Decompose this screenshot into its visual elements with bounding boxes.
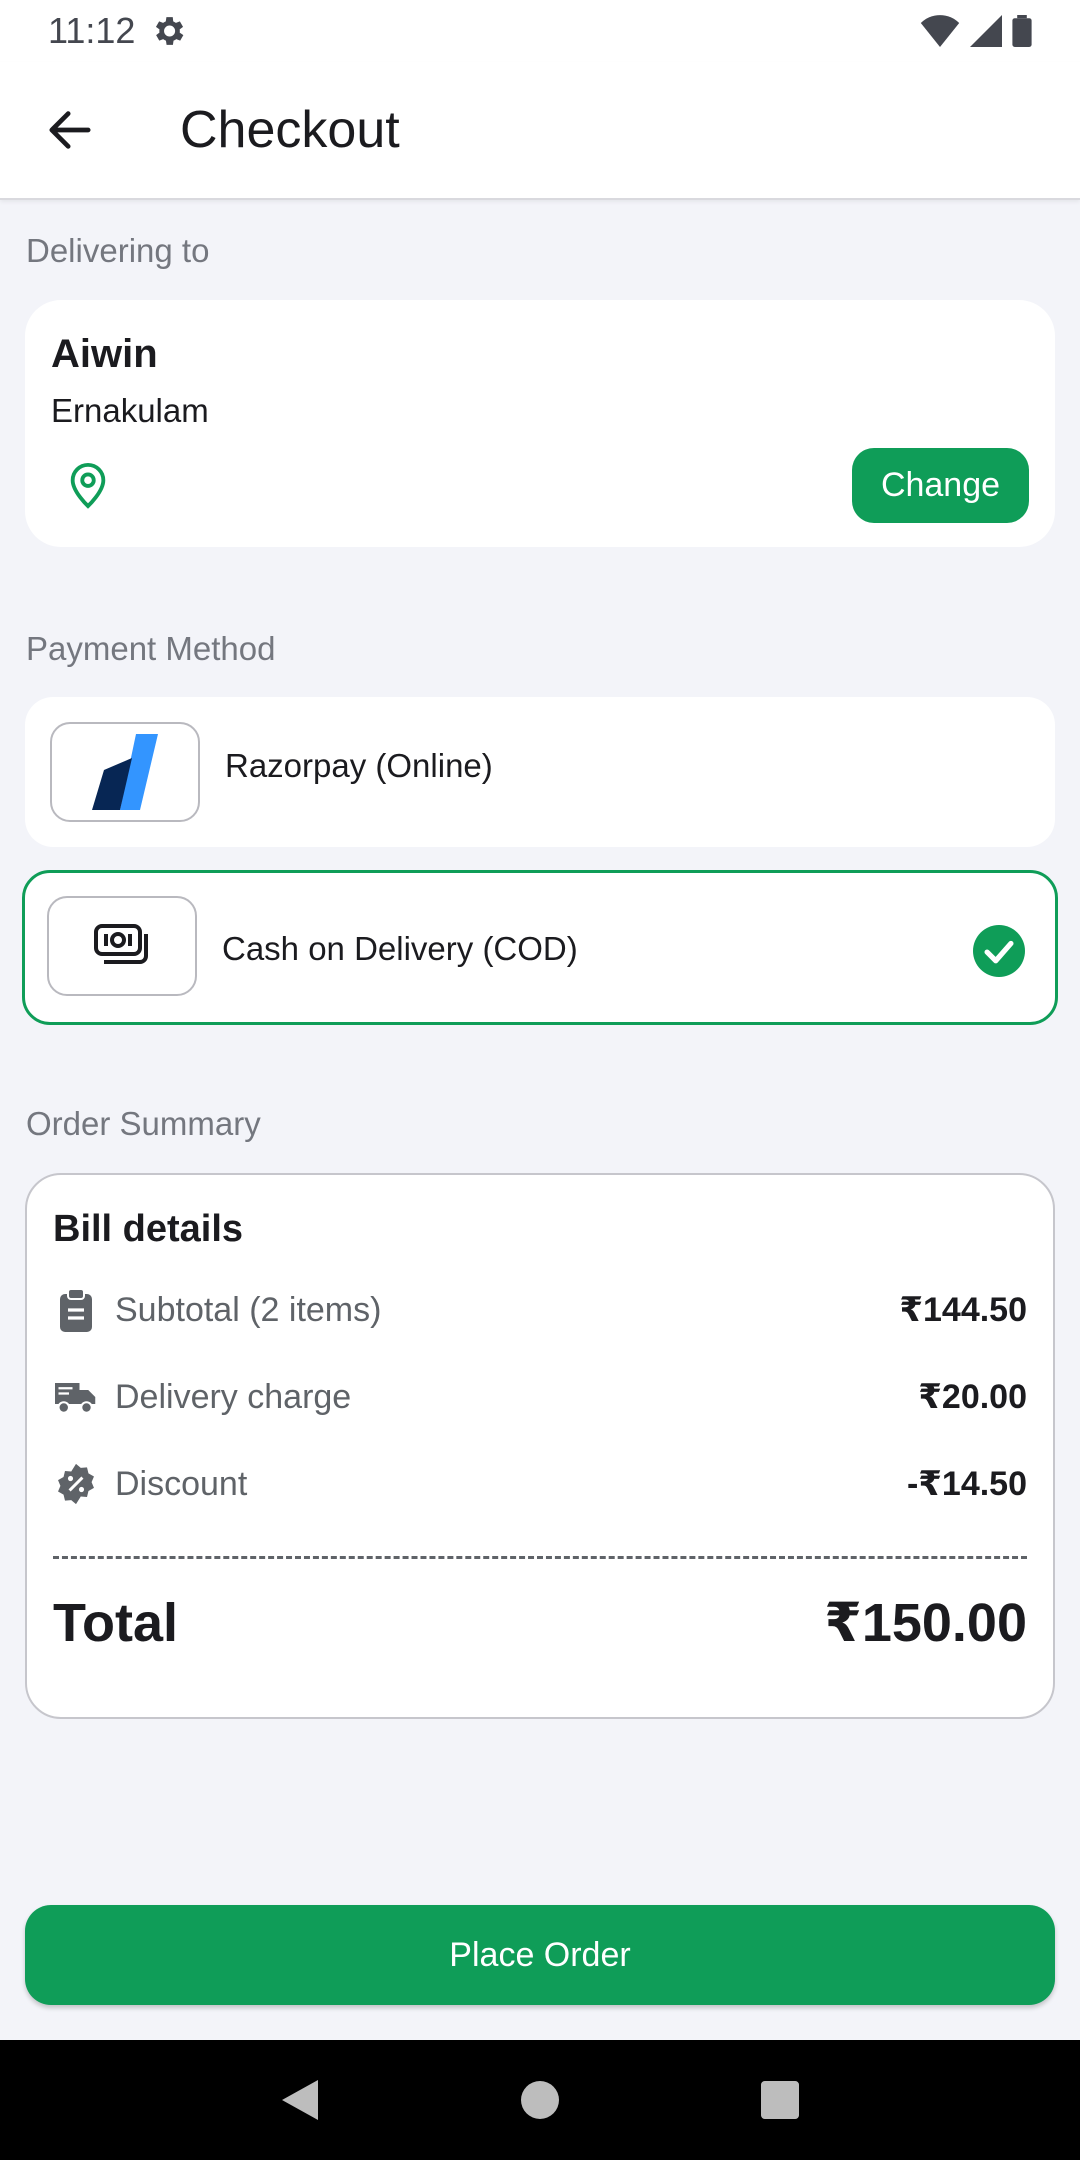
delivery-charge-value: ₹20.00 (918, 1378, 1027, 1416)
clipboard-icon (60, 1288, 92, 1332)
total-value: ₹150.00 (824, 1593, 1027, 1653)
bill-row-discount: Discount -₹14.50 (53, 1459, 1027, 1509)
razorpay-logo-box (50, 722, 200, 822)
order-summary-label: Order Summary (26, 1105, 261, 1142)
delivery-charge-label: Delivery charge (115, 1377, 352, 1416)
delivering-to-label: Delivering to (26, 232, 210, 269)
nav-home-button[interactable] (505, 2065, 575, 2135)
bill-details-title: Bill details (53, 1208, 244, 1250)
delivery-truck-icon (55, 1383, 96, 1414)
total-label: Total (53, 1592, 178, 1653)
recipient-city: Ernakulam (51, 392, 209, 429)
subtotal-label: Subtotal (2 items) (115, 1290, 382, 1329)
bill-details-card: Bill details Subtotal (2 items) ₹144.50 … (25, 1173, 1055, 1719)
razorpay-logo (92, 734, 158, 810)
location-pin-icon (70, 463, 106, 509)
delivery-address-card: Aiwin Ernakulam Change (25, 300, 1055, 547)
page-title: Checkout (180, 101, 400, 159)
payment-method-label: Payment Method (26, 630, 276, 667)
total-row: Total ₹150.00 (53, 1591, 1027, 1654)
subtotal-value: ₹144.50 (899, 1291, 1027, 1329)
back-button[interactable] (0, 61, 140, 199)
cash-icon (94, 924, 148, 964)
cash-icon-box (47, 896, 197, 996)
discount-label: Discount (115, 1464, 248, 1503)
system-nav-bar (0, 2040, 1080, 2160)
settings-gear-icon (156, 17, 184, 45)
payment-option-cod[interactable]: Cash on Delivery (COD) (22, 870, 1058, 1025)
app-bar: Checkout (0, 62, 1080, 200)
place-order-button[interactable]: Place Order (25, 1905, 1055, 2005)
battery-icon (1012, 15, 1032, 47)
discount-badge-icon (58, 1463, 94, 1505)
selected-check-icon (973, 925, 1025, 977)
cod-label: Cash on Delivery (COD) (222, 930, 578, 967)
nav-back-icon (282, 2080, 318, 2120)
back-arrow-icon (49, 111, 91, 149)
payment-option-razorpay[interactable]: Razorpay (Online) (25, 697, 1055, 847)
bill-row-delivery: Delivery charge ₹20.00 (53, 1372, 1027, 1422)
status-bar: 11:12 (0, 0, 1080, 62)
bill-row-subtotal: Subtotal (2 items) ₹144.50 (53, 1285, 1027, 1335)
change-address-button[interactable]: Change (852, 448, 1029, 523)
discount-value: -₹14.50 (906, 1465, 1027, 1503)
razorpay-label: Razorpay (Online) (225, 747, 493, 784)
nav-recents-icon (761, 2081, 799, 2119)
status-time: 11:12 (48, 10, 136, 51)
nav-home-icon (521, 2081, 559, 2119)
wifi-icon (920, 15, 960, 47)
cell-signal-icon (970, 15, 1002, 47)
nav-back-button[interactable] (265, 2065, 335, 2135)
nav-recents-button[interactable] (745, 2065, 815, 2135)
bill-divider (53, 1556, 1027, 1559)
recipient-name: Aiwin (51, 332, 158, 376)
